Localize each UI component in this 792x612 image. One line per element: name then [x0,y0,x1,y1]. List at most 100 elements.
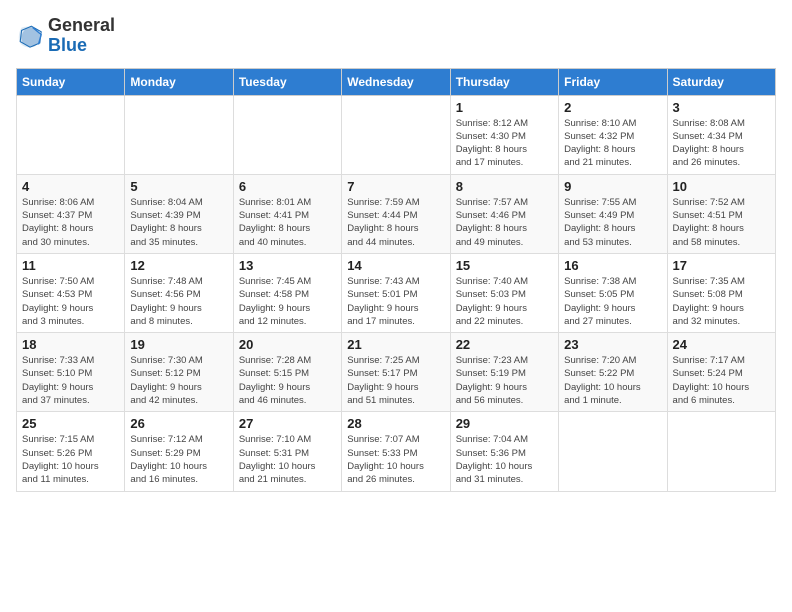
weekday-header-sunday: Sunday [17,68,125,95]
calendar-day-cell: 6 Sunrise: 8:01 AM Sunset: 4:41 PM Daylig… [233,174,341,253]
empty-day-cell [667,412,775,491]
day-number: 18 [22,337,119,352]
day-info: Sunrise: 7:43 AM Sunset: 5:01 PM Dayligh… [347,275,444,328]
empty-day-cell [125,95,233,174]
day-info: Sunrise: 8:01 AM Sunset: 4:41 PM Dayligh… [239,196,336,249]
day-number: 23 [564,337,661,352]
weekday-header-thursday: Thursday [450,68,558,95]
day-info: Sunrise: 7:23 AM Sunset: 5:19 PM Dayligh… [456,354,553,407]
day-info: Sunrise: 8:04 AM Sunset: 4:39 PM Dayligh… [130,196,227,249]
day-info: Sunrise: 8:12 AM Sunset: 4:30 PM Dayligh… [456,117,553,170]
day-info: Sunrise: 7:48 AM Sunset: 4:56 PM Dayligh… [130,275,227,328]
day-info: Sunrise: 7:38 AM Sunset: 5:05 PM Dayligh… [564,275,661,328]
day-number: 12 [130,258,227,273]
empty-day-cell [342,95,450,174]
day-info: Sunrise: 7:55 AM Sunset: 4:49 PM Dayligh… [564,196,661,249]
calendar-day-cell: 4 Sunrise: 8:06 AM Sunset: 4:37 PM Daylig… [17,174,125,253]
day-number: 28 [347,416,444,431]
empty-day-cell [233,95,341,174]
day-info: Sunrise: 7:07 AM Sunset: 5:33 PM Dayligh… [347,433,444,486]
weekday-header-monday: Monday [125,68,233,95]
calendar-day-cell: 2 Sunrise: 8:10 AM Sunset: 4:32 PM Daylig… [559,95,667,174]
day-number: 2 [564,100,661,115]
calendar-day-cell: 22 Sunrise: 7:23 AM Sunset: 5:19 PM Dayli… [450,333,558,412]
logo-text: GeneralBlue [48,16,115,56]
calendar-day-cell: 10 Sunrise: 7:52 AM Sunset: 4:51 PM Dayli… [667,174,775,253]
day-number: 27 [239,416,336,431]
day-number: 8 [456,179,553,194]
day-info: Sunrise: 7:45 AM Sunset: 4:58 PM Dayligh… [239,275,336,328]
day-number: 3 [673,100,770,115]
day-info: Sunrise: 7:30 AM Sunset: 5:12 PM Dayligh… [130,354,227,407]
day-info: Sunrise: 7:10 AM Sunset: 5:31 PM Dayligh… [239,433,336,486]
calendar-day-cell: 25Sunrise: 7:15 AM Sunset: 5:26 PM Dayli… [17,412,125,491]
day-info: Sunrise: 8:10 AM Sunset: 4:32 PM Dayligh… [564,117,661,170]
day-number: 22 [456,337,553,352]
day-number: 20 [239,337,336,352]
calendar-day-cell: 11Sunrise: 7:50 AM Sunset: 4:53 PM Dayli… [17,253,125,332]
day-info: Sunrise: 7:17 AM Sunset: 5:24 PM Dayligh… [673,354,770,407]
calendar-day-cell: 5 Sunrise: 8:04 AM Sunset: 4:39 PM Daylig… [125,174,233,253]
calendar-day-cell: 12 Sunrise: 7:48 AM Sunset: 4:56 PM Dayli… [125,253,233,332]
day-number: 24 [673,337,770,352]
day-info: Sunrise: 7:25 AM Sunset: 5:17 PM Dayligh… [347,354,444,407]
day-number: 26 [130,416,227,431]
day-info: Sunrise: 7:12 AM Sunset: 5:29 PM Dayligh… [130,433,227,486]
day-info: Sunrise: 8:06 AM Sunset: 4:37 PM Dayligh… [22,196,119,249]
day-number: 15 [456,258,553,273]
calendar-week-row: 25Sunrise: 7:15 AM Sunset: 5:26 PM Dayli… [17,412,776,491]
logo: GeneralBlue [16,16,115,56]
day-number: 29 [456,416,553,431]
calendar-day-cell: 7 Sunrise: 7:59 AM Sunset: 4:44 PM Daylig… [342,174,450,253]
calendar-day-cell: 19 Sunrise: 7:30 AM Sunset: 5:12 PM Dayli… [125,333,233,412]
calendar-week-row: 1Sunrise: 8:12 AM Sunset: 4:30 PM Daylig… [17,95,776,174]
day-info: Sunrise: 7:28 AM Sunset: 5:15 PM Dayligh… [239,354,336,407]
calendar-day-cell: 27 Sunrise: 7:10 AM Sunset: 5:31 PM Dayli… [233,412,341,491]
empty-day-cell [559,412,667,491]
calendar-day-cell: 13 Sunrise: 7:45 AM Sunset: 4:58 PM Dayli… [233,253,341,332]
day-info: Sunrise: 8:08 AM Sunset: 4:34 PM Dayligh… [673,117,770,170]
day-number: 14 [347,258,444,273]
calendar-day-cell: 26 Sunrise: 7:12 AM Sunset: 5:29 PM Dayli… [125,412,233,491]
calendar-day-cell: 9Sunrise: 7:55 AM Sunset: 4:49 PM Daylig… [559,174,667,253]
page-header: GeneralBlue [16,16,776,56]
calendar-day-cell: 16 Sunrise: 7:38 AM Sunset: 5:05 PM Dayli… [559,253,667,332]
day-number: 7 [347,179,444,194]
day-number: 13 [239,258,336,273]
calendar-table: SundayMondayTuesdayWednesdayThursdayFrid… [16,68,776,492]
day-number: 6 [239,179,336,194]
calendar-day-cell: 20 Sunrise: 7:28 AM Sunset: 5:15 PM Dayli… [233,333,341,412]
calendar-day-cell: 18 Sunrise: 7:33 AM Sunset: 5:10 PM Dayli… [17,333,125,412]
calendar-day-cell: 29 Sunrise: 7:04 AM Sunset: 5:36 PM Dayli… [450,412,558,491]
day-number: 17 [673,258,770,273]
calendar-day-cell: 28 Sunrise: 7:07 AM Sunset: 5:33 PM Dayli… [342,412,450,491]
calendar-day-cell: 21 Sunrise: 7:25 AM Sunset: 5:17 PM Dayli… [342,333,450,412]
weekday-header-friday: Friday [559,68,667,95]
day-number: 16 [564,258,661,273]
day-number: 21 [347,337,444,352]
calendar-day-cell: 15 Sunrise: 7:40 AM Sunset: 5:03 PM Dayli… [450,253,558,332]
calendar-day-cell: 17 Sunrise: 7:35 AM Sunset: 5:08 PM Dayli… [667,253,775,332]
calendar-day-cell: 23 Sunrise: 7:20 AM Sunset: 5:22 PM Dayli… [559,333,667,412]
calendar-day-cell: 3 Sunrise: 8:08 AM Sunset: 4:34 PM Daylig… [667,95,775,174]
calendar-week-row: 18 Sunrise: 7:33 AM Sunset: 5:10 PM Dayli… [17,333,776,412]
day-info: Sunrise: 7:20 AM Sunset: 5:22 PM Dayligh… [564,354,661,407]
day-info: Sunrise: 7:57 AM Sunset: 4:46 PM Dayligh… [456,196,553,249]
day-info: Sunrise: 7:33 AM Sunset: 5:10 PM Dayligh… [22,354,119,407]
day-number: 4 [22,179,119,194]
calendar-day-cell: 8 Sunrise: 7:57 AM Sunset: 4:46 PM Daylig… [450,174,558,253]
weekday-header-wednesday: Wednesday [342,68,450,95]
calendar-day-cell: 14 Sunrise: 7:43 AM Sunset: 5:01 PM Dayli… [342,253,450,332]
day-number: 19 [130,337,227,352]
day-info: Sunrise: 7:52 AM Sunset: 4:51 PM Dayligh… [673,196,770,249]
day-info: Sunrise: 7:04 AM Sunset: 5:36 PM Dayligh… [456,433,553,486]
day-info: Sunrise: 7:50 AM Sunset: 4:53 PM Dayligh… [22,275,119,328]
day-number: 5 [130,179,227,194]
calendar-week-row: 4 Sunrise: 8:06 AM Sunset: 4:37 PM Daylig… [17,174,776,253]
empty-day-cell [17,95,125,174]
day-info: Sunrise: 7:59 AM Sunset: 4:44 PM Dayligh… [347,196,444,249]
day-info: Sunrise: 7:40 AM Sunset: 5:03 PM Dayligh… [456,275,553,328]
day-info: Sunrise: 7:35 AM Sunset: 5:08 PM Dayligh… [673,275,770,328]
logo-icon [16,22,44,50]
day-number: 10 [673,179,770,194]
